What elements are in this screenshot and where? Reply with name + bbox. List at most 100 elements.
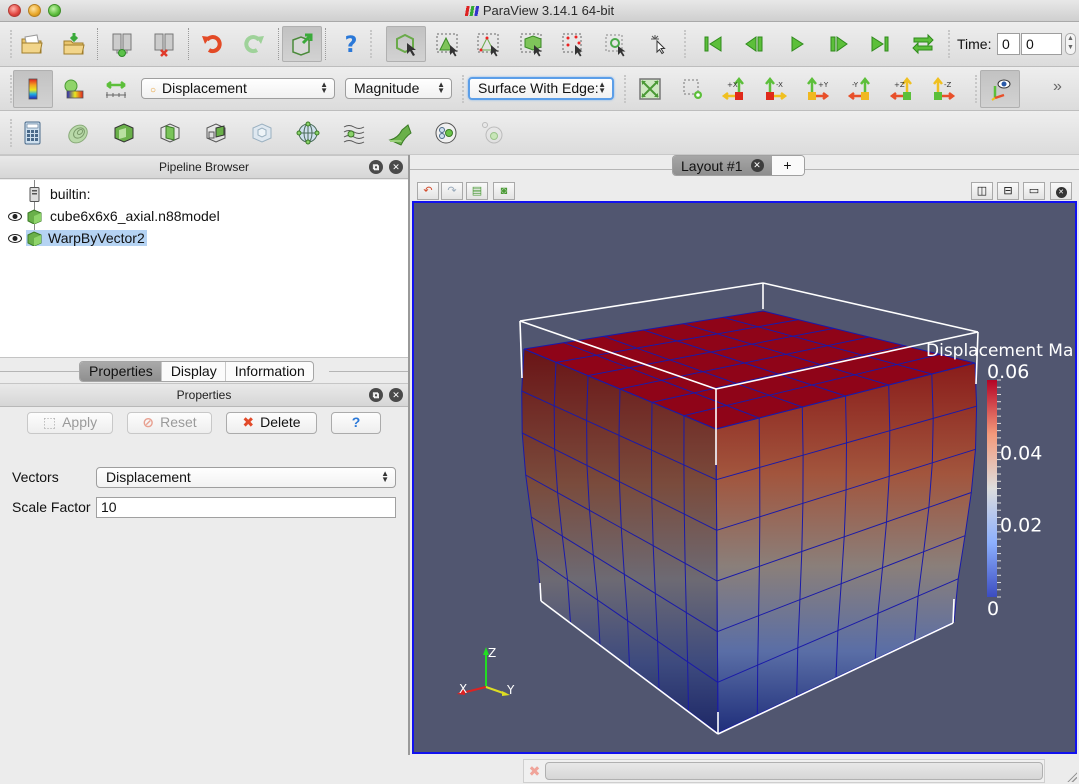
contour-filter-button[interactable] bbox=[60, 115, 96, 151]
interact-button[interactable] bbox=[386, 26, 426, 62]
next-frame-button[interactable] bbox=[821, 26, 857, 62]
component-select[interactable]: Magnitude ▲ ▼ bbox=[345, 78, 452, 99]
slice-filter-button[interactable] bbox=[152, 115, 188, 151]
toolbar-grip[interactable] bbox=[684, 30, 688, 58]
disconnect-icon bbox=[154, 33, 174, 57]
tab-display[interactable]: Display bbox=[162, 362, 226, 381]
tab-properties[interactable]: Properties bbox=[80, 362, 162, 381]
render-scene: Displacement Ma 0.06 0.04 0.02 0 Z X Y bbox=[457, 282, 1073, 735]
rescale-range-button[interactable] bbox=[98, 71, 134, 107]
pipeline-item-source[interactable]: cube6x6x6_axial.n88model bbox=[0, 206, 408, 228]
reset-camera-icon bbox=[639, 78, 661, 100]
pipeline-browser-close-button[interactable]: ✕ bbox=[389, 160, 403, 174]
view-camera-undo-button[interactable]: ↶ bbox=[417, 182, 439, 200]
pipeline-item-warpbyvector2[interactable]: WarpByVector2 bbox=[0, 228, 408, 250]
extract-level-filter-button[interactable] bbox=[474, 115, 510, 151]
tab-information[interactable]: Information bbox=[226, 362, 313, 381]
zoom-to-box-button[interactable] bbox=[675, 71, 711, 107]
close-tab-icon[interactable]: ✕ bbox=[750, 159, 764, 172]
vectors-select[interactable]: Displacement ▲ ▼ bbox=[96, 467, 396, 488]
interactive-select-button[interactable] bbox=[641, 26, 677, 62]
representation-select[interactable]: Surface With Edge: ▲ ▼ bbox=[468, 77, 614, 100]
first-frame-button[interactable] bbox=[695, 26, 731, 62]
tab-layout-1[interactable]: Layout #1 ✕ bbox=[673, 156, 772, 175]
time-spinner[interactable]: ▲ ▼ bbox=[1065, 33, 1076, 55]
eye-visible-icon[interactable] bbox=[8, 234, 22, 243]
warped-cube-mesh bbox=[521, 310, 978, 734]
screenshot-icon: ◙ bbox=[500, 185, 508, 197]
stream-tracer-filter-button[interactable] bbox=[336, 115, 372, 151]
help-button[interactable]: ? bbox=[333, 26, 369, 62]
toolbar-grip[interactable] bbox=[624, 75, 628, 103]
loop-button[interactable] bbox=[905, 26, 941, 62]
color-by-select[interactable]: ○ Displacement ▲ ▼ bbox=[141, 78, 335, 99]
view-plus-z-button[interactable]: +Z bbox=[884, 71, 920, 107]
toggle-color-legend-button[interactable] bbox=[13, 70, 53, 108]
extract-subset-filter-button[interactable] bbox=[244, 115, 280, 151]
auto-apply-button[interactable] bbox=[282, 26, 322, 62]
threshold-filter-button[interactable] bbox=[198, 115, 234, 151]
toolbar-grip[interactable] bbox=[948, 30, 952, 58]
toolbar-grip[interactable] bbox=[462, 75, 466, 103]
play-button[interactable] bbox=[779, 26, 815, 62]
threshold-icon bbox=[206, 123, 226, 143]
pipeline-browser-float-button[interactable]: ⧉ bbox=[369, 160, 383, 174]
panel-splitter[interactable] bbox=[408, 155, 410, 755]
open-button[interactable] bbox=[14, 26, 50, 62]
view-plus-y-button[interactable]: +Y bbox=[800, 71, 836, 107]
abort-progress-button[interactable]: ✖ bbox=[526, 762, 543, 780]
view-minus-x-button[interactable]: -X bbox=[758, 71, 794, 107]
clip-filter-button[interactable] bbox=[106, 115, 142, 151]
toolbar-overflow-button[interactable]: » bbox=[1053, 78, 1062, 96]
group-datasets-filter-button[interactable] bbox=[428, 115, 464, 151]
close-view-button[interactable]: ✕ bbox=[1050, 182, 1072, 200]
split-horizontal-button[interactable]: ◫ bbox=[971, 182, 993, 200]
scale-factor-input[interactable]: 10 bbox=[96, 497, 396, 518]
render-view[interactable]: Displacement Ma 0.06 0.04 0.02 0 Z X Y bbox=[412, 201, 1077, 754]
tab-frame-line bbox=[0, 371, 79, 372]
glyph-icon bbox=[296, 121, 320, 145]
last-frame-button[interactable] bbox=[862, 26, 898, 62]
toggle-orientation-axes-button[interactable] bbox=[980, 70, 1020, 108]
capture-screenshot-button[interactable]: ◙ bbox=[493, 182, 515, 200]
properties-close-button[interactable]: ✕ bbox=[389, 388, 403, 402]
select-block-button[interactable] bbox=[598, 26, 634, 62]
view-minus-y-button[interactable]: -Y bbox=[842, 71, 878, 107]
maximize-view-button[interactable]: ▭ bbox=[1023, 182, 1045, 200]
view-camera-redo-button[interactable]: ↷ bbox=[441, 182, 463, 200]
select-points-through-button[interactable] bbox=[555, 26, 591, 62]
time-value-input[interactable]: 0 bbox=[997, 33, 1020, 55]
reset-button[interactable]: ⊘ Reset bbox=[127, 412, 212, 434]
select-cells-on-button[interactable] bbox=[430, 26, 466, 62]
toolbar-grip[interactable] bbox=[370, 30, 374, 58]
time-index-input[interactable]: 0 bbox=[1021, 33, 1062, 55]
select-points-through-icon bbox=[562, 33, 583, 57]
pipeline-item-builtin[interactable]: builtin: bbox=[0, 184, 408, 206]
select-cells-through-button[interactable] bbox=[514, 26, 550, 62]
previous-frame-button[interactable] bbox=[737, 26, 773, 62]
undo-button[interactable] bbox=[194, 26, 230, 62]
connect-button[interactable] bbox=[104, 26, 140, 62]
toolbar-grip[interactable] bbox=[975, 75, 979, 103]
add-layout-tab-button[interactable]: + bbox=[771, 156, 804, 175]
view-plus-x-button[interactable]: +X bbox=[716, 71, 752, 107]
delete-button[interactable]: ✖ Delete bbox=[226, 412, 317, 434]
properties-help-button[interactable]: ? bbox=[331, 412, 381, 434]
reset-camera-button[interactable] bbox=[632, 71, 668, 107]
glyph-filter-button[interactable] bbox=[290, 115, 326, 151]
window-resize-grip[interactable] bbox=[1066, 771, 1077, 782]
properties-float-button[interactable]: ⧉ bbox=[369, 388, 383, 402]
edit-color-map-button[interactable] bbox=[56, 71, 92, 107]
apply-button[interactable]: ⬚ Apply bbox=[27, 412, 113, 434]
view-minus-z-button[interactable]: -Z bbox=[926, 71, 962, 107]
split-vertical-button[interactable]: ⊟ bbox=[997, 182, 1019, 200]
warp-by-vector-filter-button[interactable] bbox=[382, 115, 418, 151]
disconnect-button[interactable] bbox=[146, 26, 182, 62]
view-settings-button[interactable]: ▤ bbox=[466, 182, 488, 200]
redo-button[interactable] bbox=[236, 26, 272, 62]
load-state-button[interactable] bbox=[56, 26, 92, 62]
select-points-on-button[interactable] bbox=[471, 26, 507, 62]
eye-visible-icon[interactable] bbox=[8, 212, 22, 221]
calculator-filter-button[interactable] bbox=[14, 115, 50, 151]
progress-bar bbox=[545, 762, 1043, 780]
